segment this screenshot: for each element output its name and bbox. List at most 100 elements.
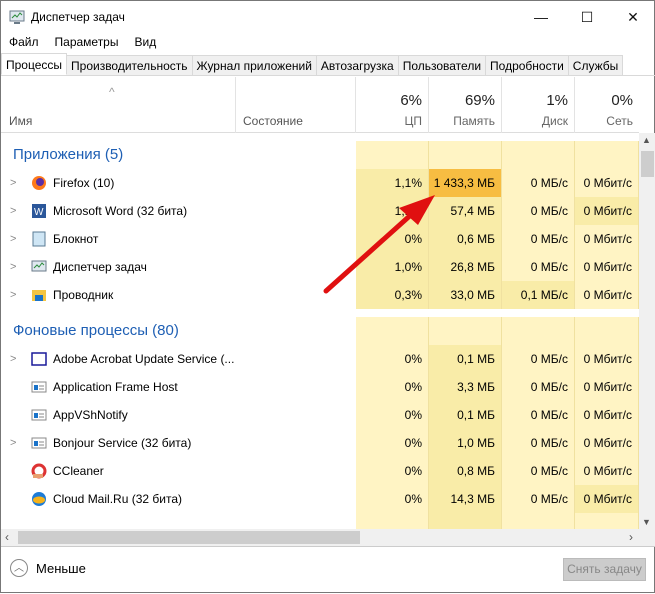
heat-cell	[575, 513, 639, 529]
process-name: Блокнот	[53, 232, 99, 246]
app-window-icon	[31, 381, 47, 393]
process-name: Bonjour Service (32 бита)	[53, 436, 192, 450]
cloud-mail-icon	[32, 492, 46, 506]
tab-users[interactable]: Пользователи	[398, 55, 487, 76]
disk-cell: 0 МБ/с	[502, 485, 575, 513]
scroll-up-icon[interactable]: ▲	[642, 135, 651, 145]
column-name[interactable]: ^ Имя	[1, 77, 236, 133]
process-name: Cloud Mail.Ru (32 бита)	[53, 492, 182, 506]
cpu-cell: 0%	[356, 225, 429, 253]
cpu-cell: 0%	[356, 485, 429, 513]
ccleaner-icon	[31, 463, 47, 479]
collapse-icon[interactable]: ︿	[10, 559, 28, 577]
scroll-right-icon[interactable]: ›	[629, 530, 633, 544]
expand-chevron-icon[interactable]: >	[10, 253, 16, 281]
column-network[interactable]: 0% Сеть	[575, 77, 639, 133]
net-cell: 0 Мбит/с	[575, 485, 639, 513]
column-cpu[interactable]: 6% ЦП	[356, 77, 429, 133]
mem-cell: 57,4 МБ	[429, 197, 502, 225]
process-name: Microsoft Word (32 бита)	[53, 204, 188, 218]
process-row[interactable]: CCleaner 0% 0,8 МБ 0 МБ/с 0 Мбит/с	[1, 457, 639, 485]
mem-cell: 1,0 МБ	[429, 429, 502, 457]
cpu-cell: 1,1%	[356, 197, 429, 225]
net-cell: 0 Мбит/с	[575, 253, 639, 281]
menu-options[interactable]: Параметры	[47, 33, 127, 53]
expand-chevron-icon[interactable]: >	[10, 169, 16, 197]
net-cell: 0 Мбит/с	[575, 401, 639, 429]
heat-cell	[575, 317, 639, 345]
expand-chevron-icon[interactable]: >	[10, 197, 16, 225]
hscroll-thumb[interactable]	[18, 531, 360, 544]
net-cell: 0 Мбит/с	[575, 197, 639, 225]
svg-text:W: W	[34, 207, 44, 218]
mem-cell: 14,3 МБ	[429, 485, 502, 513]
process-row[interactable]: > W Microsoft Word (32 бита) 1,1% 57,4 МБ 0 М…	[1, 197, 639, 225]
heat-cell	[429, 317, 502, 345]
mem-cell: 3,3 МБ	[429, 373, 502, 401]
group-title: Фоновые процессы (80)	[13, 322, 179, 339]
process-row[interactable]: > Проводник 0,3% 33,0 МБ 0,1 МБ/с 0 Мбит/с	[1, 281, 639, 309]
vertical-scrollbar[interactable]: ▲ ▼	[639, 133, 655, 529]
title-bar: Диспетчер задач — ☐ ✕	[1, 1, 655, 33]
mem-cell: 26,8 МБ	[429, 253, 502, 281]
tab-performance[interactable]: Производительность	[67, 55, 193, 76]
end-task-button[interactable]: Снять задачу	[563, 558, 646, 581]
tab-processes[interactable]: Процессы	[1, 53, 68, 75]
footer: ︿ Меньше Снять задачу	[1, 546, 655, 594]
heat-cell	[356, 141, 429, 169]
scroll-left-icon[interactable]: ‹	[5, 530, 9, 544]
minimize-button[interactable]: —	[518, 1, 564, 33]
tab-app-history[interactable]: Журнал приложений	[192, 55, 317, 76]
cpu-cell: 0,3%	[356, 281, 429, 309]
menu-bar: Файл Параметры Вид	[1, 33, 164, 53]
sort-ascending-icon: ^	[109, 85, 115, 99]
word-icon: W	[32, 204, 46, 218]
process-row[interactable]: > Блокнот 0% 0,6 МБ 0 МБ/с 0 Мбит/с	[1, 225, 639, 253]
process-row[interactable]: > Диспетчер задач 1,0% 26,8 МБ 0 МБ/с 0 Мбит/…	[1, 253, 639, 281]
fewer-details-link[interactable]: Меньше	[36, 561, 86, 576]
scroll-down-icon[interactable]: ▼	[642, 517, 651, 527]
menu-file[interactable]: Файл	[1, 33, 47, 53]
disk-cell: 0 МБ/с	[502, 457, 575, 485]
cpu-cell: 1,1%	[356, 169, 429, 197]
tab-details[interactable]: Подробности	[486, 55, 569, 76]
column-status[interactable]: Состояние	[236, 77, 356, 133]
process-name: Проводник	[53, 288, 114, 302]
process-row[interactable]: > Bonjour Service (32 бита) 0% 1,0 МБ 0 МБ/с…	[1, 429, 639, 457]
process-row[interactable]: > Adobe Acrobat Update Service (... 0% 0,1 …	[1, 345, 639, 373]
window-title: Диспетчер задач	[31, 10, 125, 24]
heat-cell	[429, 513, 502, 529]
process-row[interactable]: Cloud Mail.Ru (32 бита) 0% 14,3 МБ 0 МБ/с 0 …	[1, 485, 639, 513]
disk-cell: 0 МБ/с	[502, 345, 575, 373]
expand-chevron-icon[interactable]: >	[10, 225, 16, 253]
menu-view[interactable]: Вид	[126, 33, 164, 53]
maximize-button[interactable]: ☐	[564, 1, 610, 33]
column-disk[interactable]: 1% Диск	[502, 77, 575, 133]
expand-chevron-icon[interactable]: >	[10, 345, 16, 373]
disk-cell: 0 МБ/с	[502, 429, 575, 457]
net-cell: 0 Мбит/с	[575, 169, 639, 197]
process-row[interactable]: AppVShNotify 0% 0,1 МБ 0 МБ/с 0 Мбит/с	[1, 401, 639, 429]
net-cell: 0 Мбит/с	[575, 373, 639, 401]
disk-cell: 0,1 МБ/с	[502, 281, 575, 309]
horizontal-scrollbar[interactable]: ‹ ›	[1, 529, 655, 546]
net-cell: 0 Мбит/с	[575, 281, 639, 309]
scroll-thumb[interactable]	[641, 151, 654, 177]
heat-cell	[429, 141, 502, 169]
expand-chevron-icon[interactable]: >	[10, 429, 16, 457]
close-button[interactable]: ✕	[610, 1, 655, 33]
column-memory[interactable]: 69% Память	[429, 77, 502, 133]
expand-chevron-icon[interactable]: >	[10, 281, 16, 309]
mem-cell: 0,1 МБ	[429, 345, 502, 373]
app-window-icon	[31, 409, 47, 421]
disk-cell: 0 МБ/с	[502, 373, 575, 401]
process-row[interactable]: Application Frame Host 0% 3,3 МБ 0 МБ/с 0 Мб…	[1, 373, 639, 401]
disk-cell: 0 МБ/с	[502, 225, 575, 253]
process-name: Adobe Acrobat Update Service (...	[53, 352, 235, 366]
tab-startup[interactable]: Автозагрузка	[316, 55, 399, 76]
group-header: Приложения (5)	[1, 141, 639, 169]
process-list: Приложения (5) > Firefox (10) 1,1% 1 433,3 М…	[1, 133, 639, 529]
tab-services[interactable]: Службы	[568, 55, 624, 76]
process-name: Firefox (10)	[53, 176, 115, 190]
process-row[interactable]: > Firefox (10) 1,1% 1 433,3 МБ 0 МБ/с 0 Мбит/…	[1, 169, 639, 197]
